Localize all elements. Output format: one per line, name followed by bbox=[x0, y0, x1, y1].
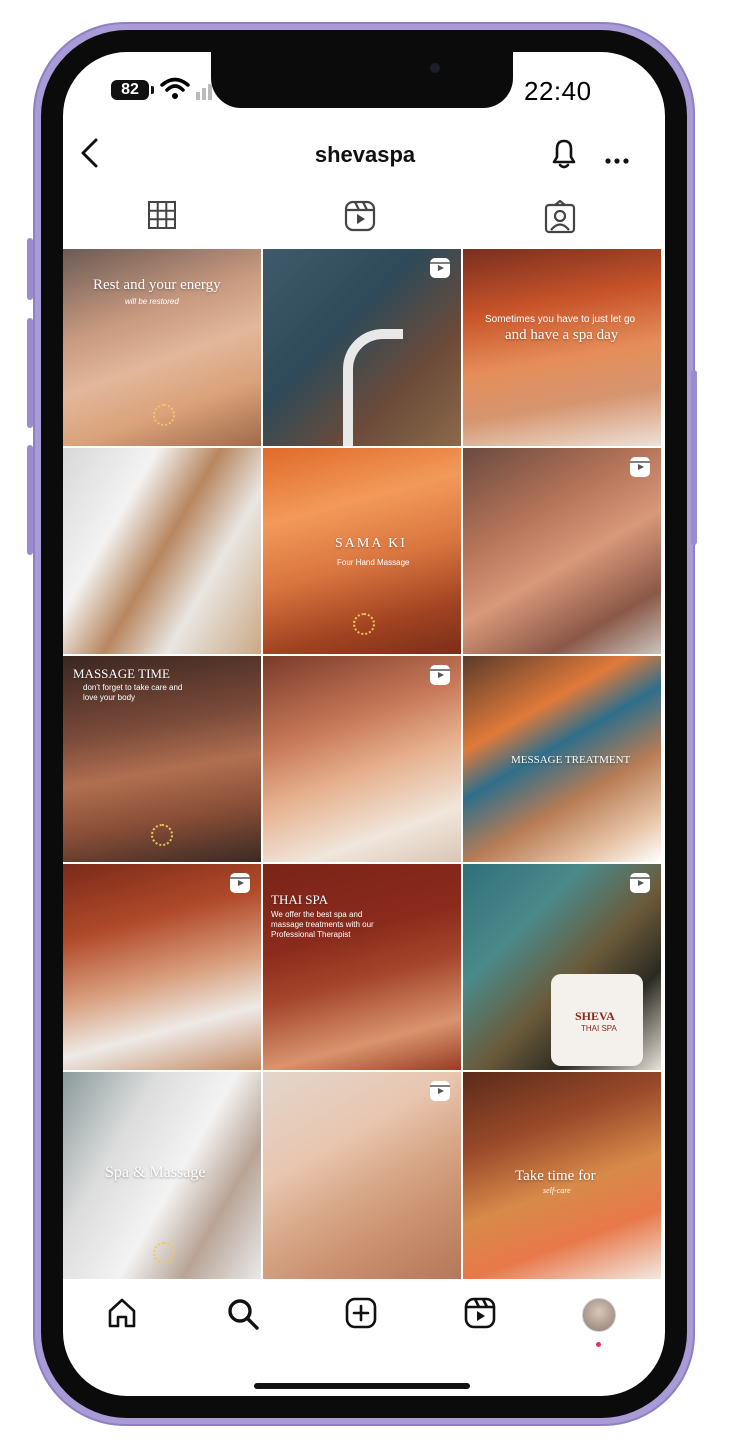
notch bbox=[211, 52, 513, 108]
more-icon[interactable] bbox=[604, 152, 630, 170]
post-thumbnail[interactable]: Spa & Massage bbox=[63, 1072, 261, 1279]
search-icon[interactable] bbox=[226, 1297, 260, 1336]
posts-grid: Rest and your energy will be restored So… bbox=[63, 249, 661, 1279]
post-caption: SAMA KI bbox=[335, 536, 407, 551]
post-thumbnail[interactable]: SAMA KI Four Hand Massage bbox=[263, 448, 461, 654]
post-thumbnail[interactable] bbox=[63, 448, 261, 654]
post-thumbnail[interactable]: MESSAGE TREATMENT bbox=[463, 656, 661, 862]
post-thumbnail[interactable] bbox=[263, 656, 461, 862]
post-thumbnail[interactable] bbox=[463, 448, 661, 654]
post-subcaption: self-care bbox=[543, 1186, 571, 1195]
post-caption: MESSAGE TREATMENT bbox=[511, 754, 631, 766]
grid-icon[interactable] bbox=[147, 200, 177, 235]
post-subcaption: Four Hand Massage bbox=[337, 558, 410, 567]
post-thumbnail[interactable]: Sometimes you have to just let go and ha… bbox=[463, 249, 661, 446]
post-thumbnail[interactable] bbox=[263, 1072, 461, 1279]
tagged-icon[interactable] bbox=[544, 199, 576, 239]
post-thumbnail[interactable]: Take time for self-care bbox=[463, 1072, 661, 1279]
post-subcaption: will be restored bbox=[125, 297, 179, 306]
bell-icon[interactable] bbox=[548, 136, 580, 177]
spa-logo-icon bbox=[153, 1242, 175, 1264]
post-caption: Spa & Massage bbox=[105, 1164, 206, 1181]
spa-logo-icon bbox=[353, 613, 375, 635]
status-time: 22:40 bbox=[524, 76, 592, 106]
reel-badge-icon bbox=[429, 257, 451, 284]
battery-indicator: 82 bbox=[111, 80, 154, 100]
brand-subtitle: THAI SPA bbox=[581, 1024, 617, 1033]
reel-badge-icon bbox=[429, 664, 451, 691]
volume-down-button bbox=[27, 445, 33, 555]
create-icon[interactable] bbox=[345, 1297, 377, 1334]
towel-swan-shape bbox=[343, 329, 403, 446]
front-camera bbox=[430, 63, 440, 73]
post-thumbnail[interactable] bbox=[63, 864, 261, 1070]
reel-badge-icon bbox=[629, 456, 651, 483]
reel-badge-icon bbox=[629, 872, 651, 899]
reel-badge-icon bbox=[229, 872, 251, 899]
post-subcaption: don't forget to take care and love your … bbox=[83, 683, 183, 702]
post-caption: and have a spa day bbox=[505, 327, 619, 343]
reels-icon[interactable] bbox=[344, 200, 376, 237]
home-icon[interactable] bbox=[106, 1297, 138, 1334]
reels-nav-icon[interactable] bbox=[464, 1297, 496, 1334]
post-caption: MASSAGE TIME bbox=[73, 666, 170, 681]
post-subcaption: Sometimes you have to just let go bbox=[485, 314, 636, 325]
signal-icon bbox=[196, 82, 214, 100]
spa-logo-icon bbox=[151, 824, 173, 846]
wifi-icon bbox=[160, 76, 190, 105]
silent-switch bbox=[27, 238, 33, 300]
post-thumbnail[interactable]: SHEVA THAI SPA bbox=[463, 864, 661, 1070]
power-button bbox=[691, 370, 697, 545]
post-caption: Rest and your energy bbox=[93, 277, 221, 293]
post-caption: THAI SPA bbox=[271, 892, 328, 907]
post-subcaption: We offer the best spa and massage treatm… bbox=[271, 910, 374, 939]
post-caption: Take time for bbox=[515, 1168, 596, 1184]
avatar[interactable] bbox=[582, 1298, 616, 1332]
post-thumbnail[interactable]: MASSAGE TIME don't forget to take care a… bbox=[63, 656, 261, 862]
post-thumbnail[interactable]: Rest and your energy will be restored bbox=[63, 249, 261, 446]
post-thumbnail[interactable] bbox=[263, 249, 461, 446]
brand-name: SHEVA bbox=[575, 1009, 615, 1023]
notification-dot bbox=[596, 1342, 601, 1347]
home-indicator[interactable] bbox=[254, 1383, 470, 1389]
post-thumbnail[interactable]: THAI SPA We offer the best spa and massa… bbox=[263, 864, 461, 1070]
spa-logo-icon bbox=[153, 404, 175, 426]
volume-up-button bbox=[27, 318, 33, 428]
reel-badge-icon bbox=[429, 1080, 451, 1107]
